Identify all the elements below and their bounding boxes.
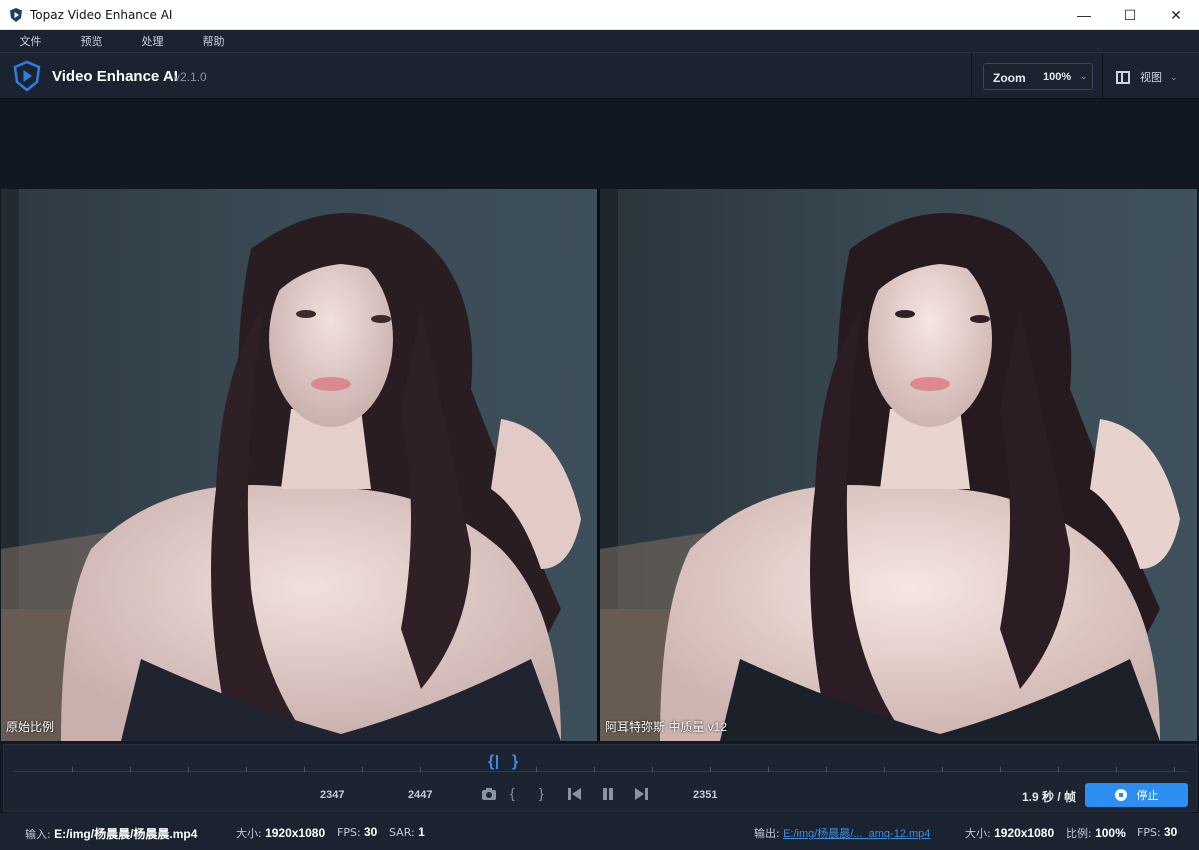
view-label: 视图 xyxy=(1140,71,1162,84)
playhead[interactable] xyxy=(496,755,498,769)
view-menu-button[interactable]: 视图 ⌄ xyxy=(1116,67,1188,87)
ratio-label: 比例: xyxy=(1066,827,1092,840)
app-header: Video Enhance AI v2.1.0 Zoom 100% ⌄ 视图 ⌄ xyxy=(0,52,1199,99)
track-tick xyxy=(188,767,189,772)
range-end-frame: 2447 xyxy=(408,789,433,801)
range-start-frame: 2347 xyxy=(320,789,345,801)
track-tick xyxy=(1000,767,1001,772)
track-tick xyxy=(710,767,711,772)
stop-icon xyxy=(1114,789,1127,801)
stop-button[interactable]: 停止 xyxy=(1085,783,1188,807)
sar-value: 1 xyxy=(418,825,425,839)
original-frame-image xyxy=(1,189,597,741)
input-size-info: 大小: 1920x1080 xyxy=(236,825,325,841)
track-tick xyxy=(942,767,943,772)
topaz-logo-icon xyxy=(13,60,41,92)
set-out-point-icon[interactable]: } xyxy=(539,785,544,801)
input-size-label: 大小: xyxy=(236,827,262,840)
track-tick xyxy=(594,767,595,772)
minimize-button[interactable]: — xyxy=(1061,0,1107,30)
enhanced-caption: 阿耳特弥斯 中质量 v12 xyxy=(605,720,728,734)
track-tick xyxy=(652,767,653,772)
input-path: E:/img/杨晨晨/杨晨晨.mp4 xyxy=(54,827,198,841)
preview-area: 原始比例 阿耳特弥斯 中质量 v12 xyxy=(0,99,1199,743)
track-tick xyxy=(304,767,305,772)
output-size: 1920x1080 xyxy=(994,826,1055,840)
menu-process[interactable]: 处理 xyxy=(122,33,183,49)
output-fps-label: FPS: xyxy=(1137,826,1161,839)
input-fps-label: FPS: xyxy=(337,826,361,839)
track-tick xyxy=(72,767,73,772)
track-tick xyxy=(826,767,827,772)
step-forward-icon[interactable] xyxy=(634,787,650,801)
track-line xyxy=(14,771,1188,772)
maximize-button[interactable]: ☐ xyxy=(1107,0,1153,30)
output-label: 输出: xyxy=(754,827,780,840)
menu-file[interactable]: 文件 xyxy=(0,33,61,49)
stop-label: 停止 xyxy=(1136,789,1159,802)
input-fps: 30 xyxy=(364,825,378,839)
original-preview[interactable]: 原始比例 xyxy=(1,189,597,741)
chevron-down-icon: ⌄ xyxy=(1170,71,1178,82)
track-tick xyxy=(130,767,131,772)
window-title: Topaz Video Enhance AI xyxy=(30,7,173,22)
zoom-label: Zoom xyxy=(993,71,1026,85)
app-name: Video Enhance AI xyxy=(52,68,178,85)
range-end-marker[interactable]: } xyxy=(512,753,518,771)
zoom-value: 100% xyxy=(1043,71,1072,83)
track-tick xyxy=(246,767,247,772)
menu-help[interactable]: 帮助 xyxy=(183,33,244,49)
output-fps-info: FPS: 30 xyxy=(1137,825,1177,839)
timeline-track[interactable]: { } xyxy=(14,753,1188,773)
timeline-panel: { } 2347 2447 { } 2351 1.9 秒 / 帧 停止 xyxy=(3,744,1197,812)
output-path-link[interactable]: E:/img/杨晨晨/..._amq-12.mp4 xyxy=(783,828,930,840)
zoom-select[interactable]: Zoom 100% ⌄ xyxy=(983,63,1093,90)
output-size-info: 大小: 1920x1080 xyxy=(965,825,1054,841)
processing-speed: 1.9 秒 / 帧 xyxy=(1022,790,1077,804)
app-version: v2.1.0 xyxy=(174,70,207,84)
track-tick xyxy=(884,767,885,772)
output-info: 输出: E:/img/杨晨晨/..._amq-12.mp4 xyxy=(754,825,930,841)
set-in-point-icon[interactable]: { xyxy=(510,785,515,801)
enhanced-frame-image xyxy=(600,189,1197,741)
pause-icon[interactable] xyxy=(601,787,615,801)
input-label: 输入: xyxy=(25,828,51,841)
track-tick xyxy=(768,767,769,772)
status-bar: 输入: E:/img/杨晨晨/杨晨晨.mp4 大小: 1920x1080 FPS… xyxy=(0,813,1199,850)
enhanced-preview[interactable]: 阿耳特弥斯 中质量 v12 xyxy=(600,189,1197,741)
menu-preview[interactable]: 预览 xyxy=(61,33,122,49)
step-back-icon[interactable] xyxy=(566,787,582,801)
window-titlebar: Topaz Video Enhance AI — ☐ ✕ xyxy=(0,0,1199,30)
input-fps-info: FPS: 30 xyxy=(337,825,377,839)
split-view-icon xyxy=(1116,70,1130,84)
camera-icon[interactable] xyxy=(481,787,497,801)
input-info: 输入: E:/img/杨晨晨/杨晨晨.mp4 xyxy=(25,825,197,842)
ratio-info: 比例: 100% xyxy=(1066,825,1126,841)
zoom-panel: Zoom 100% ⌄ xyxy=(971,53,1103,99)
original-caption: 原始比例 xyxy=(6,720,55,734)
ratio-value: 100% xyxy=(1095,826,1126,840)
track-tick xyxy=(1116,767,1117,772)
output-fps: 30 xyxy=(1164,825,1178,839)
output-size-label: 大小: xyxy=(965,827,991,840)
track-tick xyxy=(536,767,537,772)
range-start-marker[interactable]: { xyxy=(488,753,494,771)
topaz-app-icon xyxy=(10,7,22,22)
current-frame: 2351 xyxy=(693,789,718,801)
menu-bar: 文件 预览 处理 帮助 xyxy=(0,30,1199,52)
track-tick xyxy=(362,767,363,772)
track-tick xyxy=(420,767,421,772)
track-tick xyxy=(1058,767,1059,772)
sar-label: SAR: xyxy=(389,826,415,839)
close-button[interactable]: ✕ xyxy=(1153,0,1199,30)
track-tick xyxy=(1174,767,1175,772)
sar-info: SAR: 1 xyxy=(389,825,425,839)
input-size: 1920x1080 xyxy=(265,826,326,840)
chevron-down-icon: ⌄ xyxy=(1080,71,1088,81)
